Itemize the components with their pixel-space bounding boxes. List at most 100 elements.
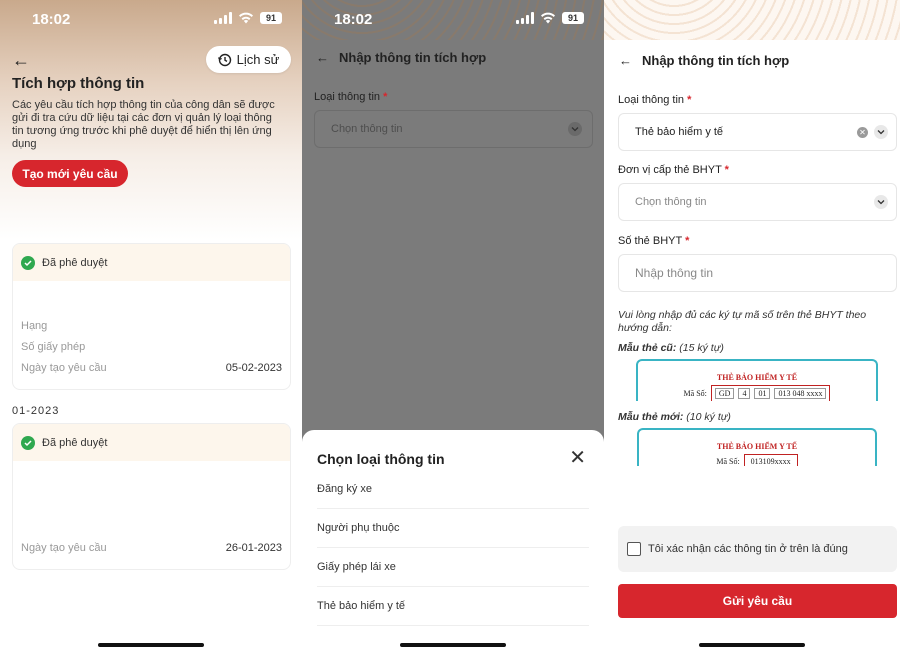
request-card[interactable]: Đã phê duyệt Hạng Số giấy phép Ngày tạo … (12, 243, 291, 390)
partial-date-text: 01-2023 (12, 400, 72, 414)
field-label-text: Loại thông tin (314, 91, 381, 103)
card-field-row: Số giấy phép (21, 341, 282, 353)
status-bar: 18:02 91 (302, 0, 604, 38)
submit-button[interactable]: Gửi yêu cầu (618, 584, 897, 618)
field-label: Loại thông tin * (618, 94, 691, 106)
required-mark: * (687, 94, 692, 106)
nav-title: Nhập thông tin tích hợp (642, 53, 790, 68)
field-label-text: Đơn vị cấp thẻ BHYT (618, 164, 722, 176)
type-select[interactable]: Thẻ bảo hiểm y tế ✕ (618, 113, 897, 151)
chevron-down-icon (874, 125, 888, 139)
status-time: 18:02 (32, 11, 71, 28)
input-placeholder: Nhập thông tin (635, 266, 714, 280)
field-label: Loại thông tin * (314, 91, 387, 103)
required-mark: * (685, 235, 690, 247)
partial-date-label: 01-2023 (12, 405, 60, 414)
bottom-sheet: Chọn loại thông tin ✕ Đăng ký xe Người p… (302, 430, 604, 654)
field-label: Đơn vị cấp thẻ BHYT * (618, 164, 729, 176)
code-box: GD 4 01 013 048 xxxx (710, 385, 831, 401)
code-label: Mã Số: (683, 389, 707, 398)
field-label: Hạng (21, 320, 48, 332)
screen-integration-list: 18:02 91 ← Lịch sử Tích hợp thông tin Cá… (0, 0, 302, 654)
home-indicator (400, 643, 506, 647)
battery-icon: 91 (562, 12, 584, 24)
old-sample-label: Mẫu thẻ cũ: (15 ký tự) (618, 342, 724, 354)
code-part: 4 (738, 388, 751, 399)
card-header: Đã phê duyệt (13, 244, 290, 281)
history-icon (217, 53, 231, 66)
header-pattern (604, 0, 900, 40)
new-sample-label-rest: (10 ký tự) (683, 411, 731, 423)
new-sample-label-bold: Mẫu thẻ mới: (618, 411, 684, 423)
status-time: 18:02 (334, 11, 373, 28)
card-number-input[interactable]: Nhập thông tin (618, 254, 897, 292)
sheet-title: Chọn loại thông tin (317, 451, 445, 467)
history-label: Lịch sử (236, 52, 280, 67)
code-box: 013109xxxx (743, 454, 798, 466)
confirm-checkbox[interactable] (627, 542, 641, 556)
wifi-icon (541, 12, 555, 24)
field-label: Số thẻ BHYT * (618, 235, 689, 247)
wifi-icon (239, 12, 253, 24)
card-code-row: Mã Số: GD 4 01 013 048 xxxx (638, 385, 876, 401)
required-mark: * (724, 164, 729, 176)
old-sample-label-bold: Mẫu thẻ cũ: (618, 342, 677, 354)
required-mark: * (383, 91, 388, 103)
field-value: 26-01-2023 (225, 542, 282, 554)
select-placeholder: Chọn thông tin (331, 123, 403, 135)
code-part: 01 (754, 388, 771, 399)
history-button[interactable]: Lịch sử (206, 46, 291, 73)
confirm-row[interactable]: Tôi xác nhận các thông tin ở trên là đún… (618, 526, 897, 572)
nav-title: Nhập thông tin tích hợp (339, 50, 487, 65)
status-badge: Đã phê duyệt (42, 436, 108, 449)
chevron-down-icon (568, 122, 582, 136)
arrow-left-icon[interactable]: ← (619, 53, 632, 68)
request-card[interactable]: Đã phê duyệt Ngày tạo yêu cầu 26-01-2023 (12, 423, 291, 570)
code-part: 013 048 xxxx (774, 388, 827, 399)
card-field-row: Ngày tạo yêu cầu 26-01-2023 (21, 542, 282, 554)
field-label: Số giấy phép (21, 341, 86, 353)
card-field-row: Hạng (21, 320, 282, 332)
chevron-down-icon (874, 195, 888, 209)
page-title: Tích hợp thông tin (12, 75, 145, 92)
field-label-text: Số thẻ BHYT (618, 235, 682, 247)
option-item-selected[interactable]: Thẻ bảo hiểm y tế (317, 587, 589, 626)
page-description: Các yêu cầu tích hợp thông tin của công … (12, 99, 275, 150)
card-field-row: Ngày tạo yêu cầu 05-02-2023 (21, 362, 282, 374)
check-circle-icon (21, 435, 35, 450)
card-title: THẺ BẢO HIỂM Y TẾ (716, 442, 798, 451)
field-label: Ngày tạo yêu cầu (21, 542, 107, 554)
status-bar: 18:02 91 (0, 0, 302, 38)
close-icon[interactable]: ✕ (569, 448, 586, 468)
screen-health-insurance-form: ← Nhập thông tin tích hợp Loại thông tin… (604, 0, 900, 654)
option-item[interactable]: Giấy phép lái xe (317, 548, 589, 587)
arrow-left-icon[interactable]: ← (12, 50, 30, 71)
card-header: Đã phê duyệt (13, 424, 290, 461)
option-item[interactable]: Đăng ký xe (317, 470, 589, 509)
issuer-select[interactable]: Chọn thông tin (618, 183, 897, 221)
card-code-row: Mã Số: 013109xxxx (639, 454, 875, 466)
new-request-button[interactable]: Tạo mới yêu cầu (12, 160, 128, 187)
select-value: Thẻ bảo hiểm y tế (635, 126, 724, 138)
code-label: Mã Số: (716, 457, 740, 466)
card-title: THẺ BẢO HIỂM Y TẾ (716, 373, 798, 382)
field-value: 05-02-2023 (225, 362, 282, 374)
nav-bar: ← Nhập thông tin tích hợp (316, 50, 486, 65)
old-card-sample-image: THẺ BẢO HIỂM Y TẾ Mã Số: GD 4 01 013 048… (636, 359, 878, 401)
arrow-left-icon[interactable]: ← (316, 50, 329, 65)
check-circle-icon (21, 255, 35, 270)
signal-icon (214, 12, 232, 24)
clear-icon[interactable]: ✕ (857, 126, 868, 138)
option-item[interactable]: Người phụ thuộc (317, 509, 589, 548)
old-sample-label-rest: (15 ký tự) (676, 342, 724, 354)
field-label-text: Loại thông tin (618, 94, 685, 106)
home-indicator (699, 643, 805, 647)
status-badge: Đã phê duyệt (42, 256, 108, 269)
new-sample-label: Mẫu thẻ mới: (10 ký tự) (618, 411, 731, 423)
type-select[interactable]: Chọn thông tin (314, 110, 593, 148)
select-placeholder: Chọn thông tin (635, 196, 707, 208)
battery-icon: 91 (260, 12, 282, 24)
code-value: 013109xxxx (750, 457, 791, 466)
code-part: GD (714, 388, 735, 399)
signal-icon (516, 12, 534, 24)
